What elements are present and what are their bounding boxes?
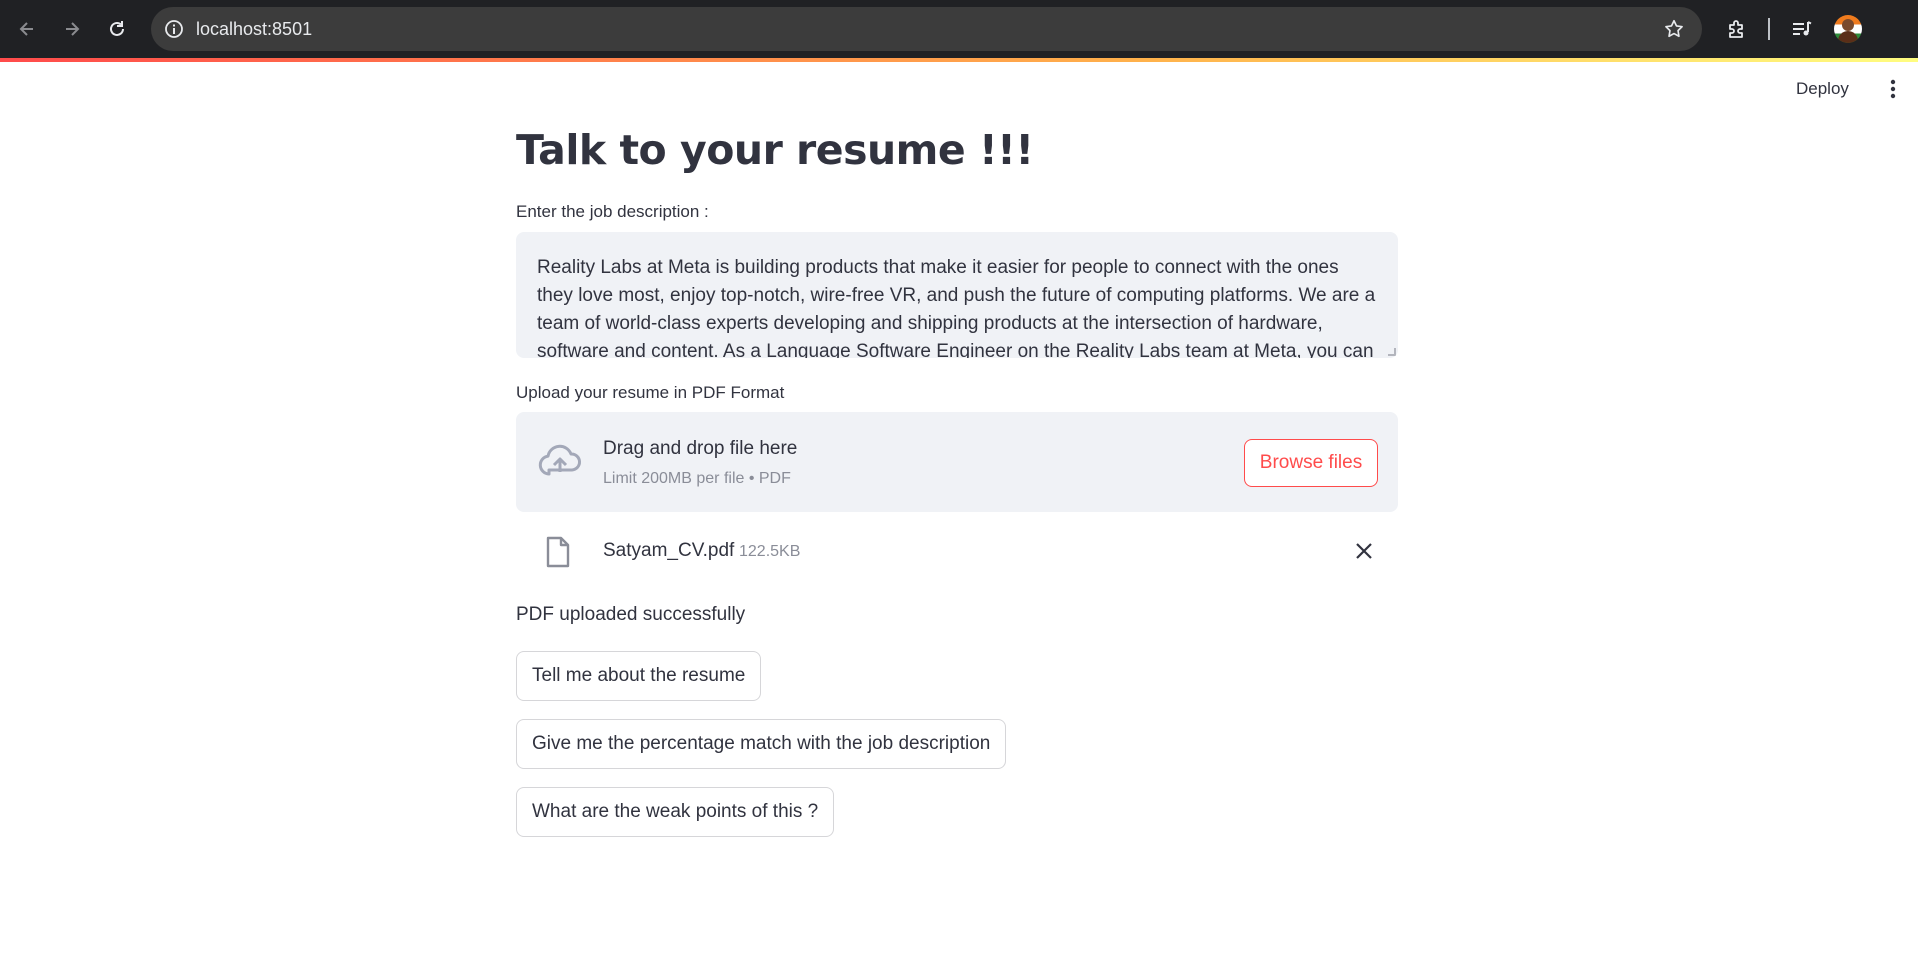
job-description-label: Enter the job description : <box>516 202 709 221</box>
page-title: Talk to your resume !!! <box>516 126 1034 174</box>
extensions-puzzle-icon[interactable] <box>1723 15 1751 43</box>
browse-files-button[interactable]: Browse files <box>1244 439 1378 487</box>
weak-points-button[interactable]: What are the weak points of this ? <box>516 787 835 837</box>
main-menu-kebab-icon[interactable] <box>1882 78 1904 100</box>
site-info-icon[interactable] <box>163 18 185 40</box>
app-decoration-bar <box>0 58 1918 62</box>
uploaded-file-size: 122.5KB <box>739 543 801 560</box>
uploaded-file-name: Satyam_CV.pdf <box>603 540 735 561</box>
cloud-upload-icon <box>536 442 584 482</box>
uploaded-file-row: Satyam_CV.pdf 122.5KB <box>516 530 1398 572</box>
bookmark-star-icon[interactable] <box>1662 17 1686 41</box>
url-text[interactable]: localhost:8501 <box>196 17 312 41</box>
tell-about-resume-button[interactable]: Tell me about the resume <box>516 651 762 701</box>
resume-upload-label: Upload your resume in PDF Format <box>516 383 785 402</box>
textarea-resize-handle[interactable] <box>1388 348 1396 356</box>
profile-avatar[interactable] <box>1834 15 1862 43</box>
address-bar[interactable]: localhost:8501 <box>151 7 1702 51</box>
percentage-match-button[interactable]: Give me the percentage match with the jo… <box>516 719 1007 769</box>
file-dropzone[interactable]: Drag and drop file here Limit 200MB per … <box>516 412 1398 512</box>
remove-file-close-icon[interactable] <box>1352 539 1376 563</box>
dropzone-limit-text: Limit 200MB per file • PDF <box>603 470 791 487</box>
forward-arrow-icon[interactable] <box>55 12 89 46</box>
back-arrow-icon[interactable] <box>10 12 44 46</box>
media-queue-icon[interactable] <box>1788 15 1816 43</box>
job-description-textarea[interactable]: Reality Labs at Meta is building product… <box>516 232 1398 358</box>
reload-icon[interactable] <box>100 12 134 46</box>
browser-toolbar: localhost:8501 <box>0 0 1918 58</box>
toolbar-divider <box>1768 18 1770 40</box>
file-document-icon <box>545 536 571 568</box>
dropzone-title: Drag and drop file here <box>603 438 798 459</box>
job-description-text[interactable]: Reality Labs at Meta is building product… <box>537 254 1377 358</box>
deploy-button[interactable]: Deploy <box>1796 76 1849 102</box>
upload-success-message: PDF uploaded successfully <box>516 604 746 625</box>
